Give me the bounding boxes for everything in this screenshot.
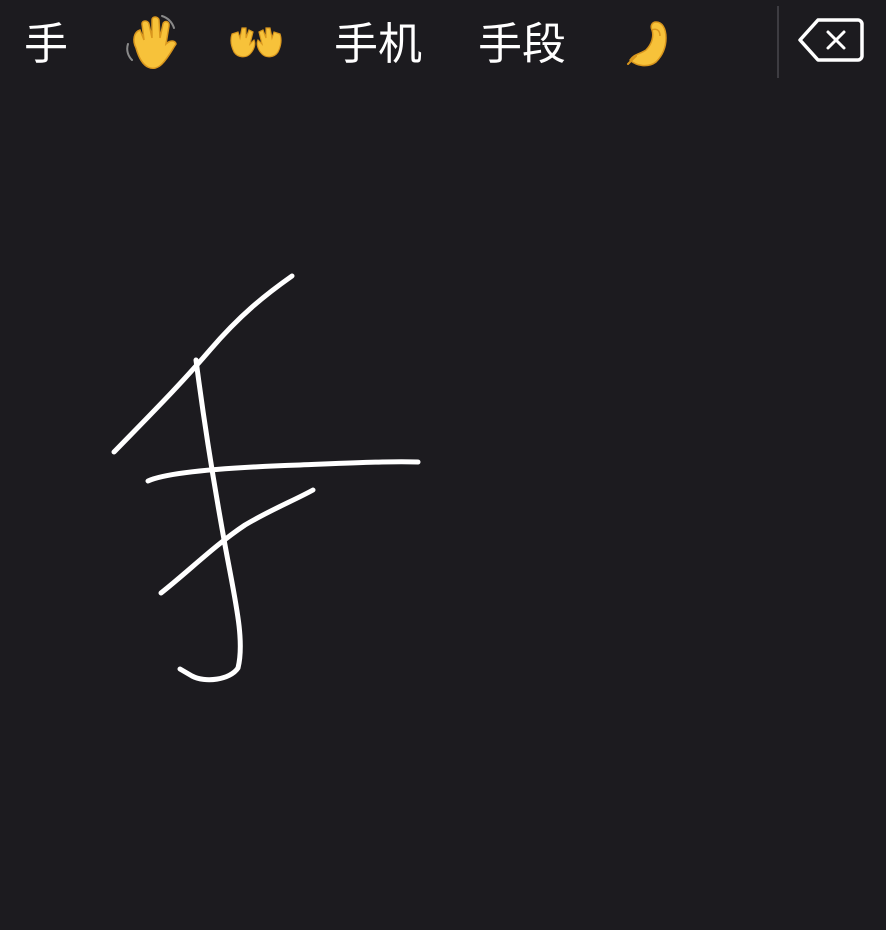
stroke-4 bbox=[177, 357, 243, 683]
handwriting-strokes bbox=[111, 273, 421, 683]
handwriting-canvas[interactable] bbox=[0, 88, 886, 926]
delete-key[interactable] bbox=[796, 14, 872, 78]
candidate-divider bbox=[777, 6, 779, 78]
candidate-waving-hand[interactable] bbox=[122, 14, 182, 84]
stroke-3 bbox=[158, 487, 316, 596]
candidate-open-hands[interactable] bbox=[228, 24, 284, 94]
candidate-shou[interactable]: 手 bbox=[24, 10, 68, 80]
candidate-shouduan[interactable]: 手段 bbox=[478, 10, 566, 80]
candidate-bar: 手 手机 手段 bbox=[0, 0, 886, 88]
open-hands-icon bbox=[230, 27, 282, 58]
candidate-shouji[interactable]: 手机 bbox=[334, 10, 422, 80]
pinched-fingers-icon bbox=[627, 21, 667, 67]
waving-hand-icon bbox=[126, 15, 177, 70]
stroke-2 bbox=[145, 459, 421, 484]
candidate-pinched-fingers[interactable] bbox=[622, 16, 678, 86]
backspace-icon bbox=[798, 18, 864, 62]
